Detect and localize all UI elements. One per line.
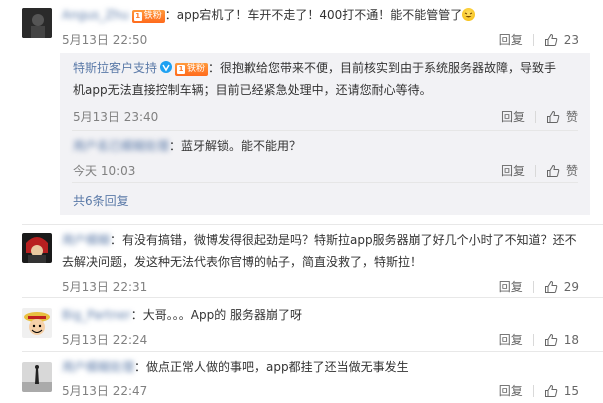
reply-time: 5月13日 23:40 [73, 110, 159, 124]
comment-text: ：做点正常人做的事吧，app都挂了还当做无事发生 [134, 360, 409, 374]
like-button[interactable]: 15 [544, 384, 579, 398]
comment-username[interactable]: 用户模糊处理 [62, 360, 134, 374]
comment-username[interactable]: Big_Partner [62, 308, 131, 322]
thumbs-up-icon [544, 333, 557, 346]
like-button[interactable]: 赞 [546, 108, 578, 125]
comment-item: 用户模糊处理：做点正常人做的事吧，app都挂了还当做无事发生 5月13日 22:… [0, 352, 603, 403]
reply-text: ：蓝牙解锁。能不能用？ [169, 139, 302, 153]
comment-time: 5月13日 22:31 [62, 280, 148, 294]
reply-button[interactable]: 回复 [501, 108, 525, 125]
thumbs-up-icon [546, 164, 560, 177]
fan-badge: 1 铁粉 [175, 63, 209, 76]
thumbs-up-icon [544, 384, 557, 397]
reply-item: 用户名已模糊处理：蓝牙解锁。能不能用？ 今天 10:03 回复 赞 [60, 131, 590, 181]
comment-actions: 回复 15 [499, 382, 579, 399]
like-count: 18 [563, 332, 579, 347]
reply-username[interactable]: 特斯拉客户支持 [73, 61, 157, 75]
thumbs-up-icon [544, 33, 557, 46]
reply-text: ：很抱歉给您带来不便，目前核实到由于系统服务器故障，导致手 [208, 61, 557, 75]
reply-actions: 回复 赞 [501, 108, 578, 125]
comment-actions: 回复 18 [499, 331, 579, 348]
more-replies-link[interactable]: 共6条回复 [73, 192, 129, 209]
laughing-emoji-icon [462, 8, 476, 21]
reply-username[interactable]: 用户名已模糊处理 [73, 139, 169, 153]
reply-button[interactable]: 回复 [499, 31, 523, 48]
comment-text: ：app宕机了！车开不走了！400打不通！能不能管管了 [164, 8, 463, 22]
comment-text: ：大哥。。。App的 服务器崩了呀 [130, 308, 303, 322]
like-label: 赞 [565, 110, 578, 124]
avatar[interactable] [22, 8, 52, 38]
reply-button[interactable]: 回复 [499, 331, 523, 348]
reply-button[interactable]: 回复 [499, 382, 523, 399]
comment-actions: 回复 29 [499, 278, 579, 295]
fan-badge: 1 铁粉 [131, 10, 165, 23]
like-button[interactable]: 赞 [546, 162, 578, 179]
reply-list: 特斯拉客户支持 1 铁粉 ：很抱歉给您带来不便，目前核实到由于系统服务器故障，导致手 … [60, 53, 590, 215]
comment-time: 5月13日 22:24 [62, 333, 148, 347]
comment-item: Big_Partner：大哥。。。App的 服务器崩了呀 5月13日 22:24… [0, 298, 603, 350]
like-button[interactable]: 23 [544, 33, 579, 47]
like-count: 29 [563, 279, 579, 294]
comment-text: ：有没有搞错，微博发得很起劲是吗？特斯拉app服务器崩了好几个小时了不知道？还不 [110, 233, 577, 247]
like-count: 23 [563, 32, 579, 47]
like-count: 15 [563, 383, 579, 398]
avatar[interactable] [22, 308, 52, 338]
reply-actions: 回复 赞 [501, 162, 578, 179]
comment-username[interactable]: Angus_Zhu [62, 8, 129, 22]
thumbs-up-icon [546, 110, 560, 123]
comment-text: 去解决问题，发这种无法代表你官博的帖子，简直没救了，特斯拉！ [62, 255, 423, 269]
comment-actions: 回复 23 [499, 31, 579, 48]
reply-text: 机app无法直接控制车辆；目前已经紧急处理中，还请您耐心等待。 [73, 83, 432, 97]
reply-item: 特斯拉客户支持 1 铁粉 ：很抱歉给您带来不便，目前核实到由于系统服务器故障，导致手 … [60, 53, 590, 131]
thumbs-up-icon [544, 280, 557, 293]
like-button[interactable]: 29 [544, 280, 579, 294]
verified-v-icon [160, 61, 173, 73]
comment-item: 用户模糊：有没有搞错，微博发得很起劲是吗？特斯拉app服务器崩了好几个小时了不知… [0, 225, 603, 297]
divider [72, 182, 578, 183]
comment-username[interactable]: 用户模糊 [62, 233, 110, 247]
reply-time: 今天 10:03 [73, 164, 136, 178]
reply-button[interactable]: 回复 [501, 162, 525, 179]
comment-item: Angus_Zhu 1 铁粉 ：app宕机了！车开不走了！400打不通！能不能管管了 … [0, 0, 603, 225]
comment-time: 5月13日 22:47 [62, 384, 148, 398]
comment-time: 5月13日 22:50 [62, 33, 148, 47]
reply-button[interactable]: 回复 [499, 278, 523, 295]
like-label: 赞 [565, 164, 578, 178]
avatar[interactable] [22, 233, 52, 263]
avatar[interactable] [22, 362, 52, 392]
like-button[interactable]: 18 [544, 333, 579, 347]
